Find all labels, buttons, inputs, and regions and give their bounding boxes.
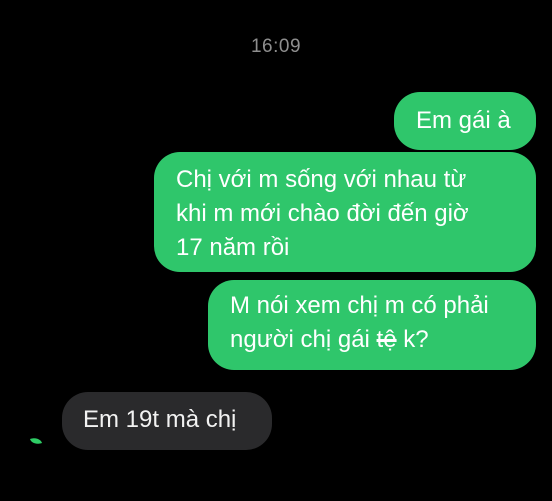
sent-message-bubble[interactable]: M nói xem chị m có phải người chị gái tệ…: [208, 280, 536, 370]
message-line: 17 năm rồi: [176, 234, 290, 261]
message-text: người chị gái: [230, 326, 377, 353]
message-line: Chị với m sống với nhau từ: [176, 166, 467, 193]
message-timestamp: 16:09: [250, 36, 302, 57]
message-line: Em 19t mà chị: [83, 406, 237, 433]
message-line: Em gái à: [416, 107, 511, 134]
sent-message-bubble[interactable]: Em gái à: [394, 92, 536, 150]
message-line: M nói xem chị m có phải: [230, 292, 489, 319]
received-message-bubble[interactable]: Em 19t mà chị: [62, 392, 272, 450]
message-line: người chị gái tệ k?: [230, 323, 526, 357]
message-text: k?: [396, 326, 429, 353]
leaf-icon: [29, 435, 43, 447]
message-line: khi m mới chào đời đến giờ: [176, 200, 469, 227]
struck-text: tệ: [376, 326, 397, 353]
sent-message-bubble[interactable]: Chị với m sống với nhau từ khi m mới chà…: [154, 152, 536, 272]
